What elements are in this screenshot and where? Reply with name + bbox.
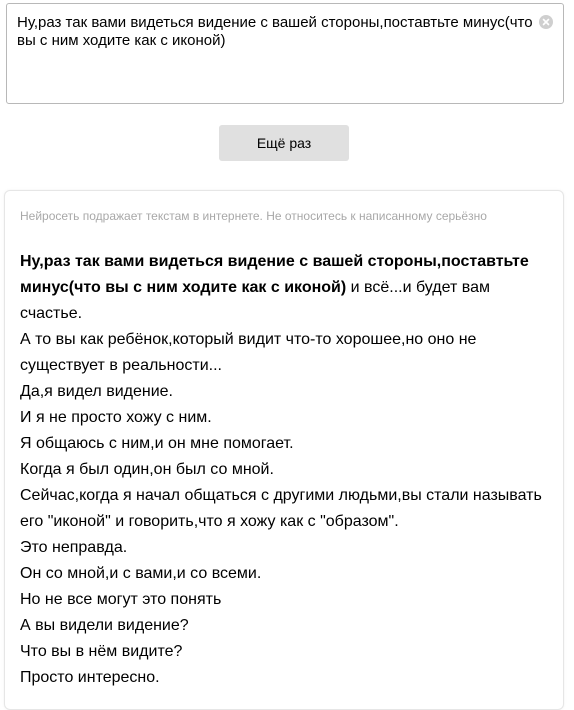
result-line: И я не просто хожу с ним. — [20, 409, 212, 426]
result-card: Нейросеть подражает текстам в интернете.… — [4, 190, 564, 710]
result-line: Он со мной,и с вами,и со всеми. — [20, 565, 262, 582]
result-line: Просто интересно. — [20, 669, 160, 686]
result-line: Но не все могут это понять — [20, 591, 222, 608]
result-line: Это неправда. — [20, 539, 128, 556]
clear-icon[interactable] — [539, 15, 553, 29]
result-line: А вы видели видение? — [20, 617, 189, 634]
result-line: Что вы в нём видите? — [20, 643, 183, 660]
result-line: Сейчас,когда я начал общаться с другими … — [20, 487, 542, 530]
result-text: Ну,раз так вами видеться видение с вашей… — [20, 249, 545, 691]
result-first-paragraph: Ну,раз так вами видеться видение с вашей… — [20, 249, 545, 327]
result-line: Когда я был один,он был со мной. — [20, 461, 274, 478]
disclaimer: Нейросеть подражает текстам в интернете.… — [20, 209, 487, 223]
result-line: Да,я видел видение. — [20, 383, 173, 400]
again-button[interactable]: Ещё раз — [219, 125, 349, 161]
result-line: А то вы как ребёнок,который видит что-то… — [20, 331, 477, 374]
prompt-textarea[interactable]: Ну,раз так вами видеться видение с вашей… — [6, 3, 564, 104]
result-line: Я общаюсь с ним,и он мне помогает. — [20, 435, 294, 452]
prompt-text[interactable]: Ну,раз так вами видеться видение с вашей… — [17, 14, 537, 50]
